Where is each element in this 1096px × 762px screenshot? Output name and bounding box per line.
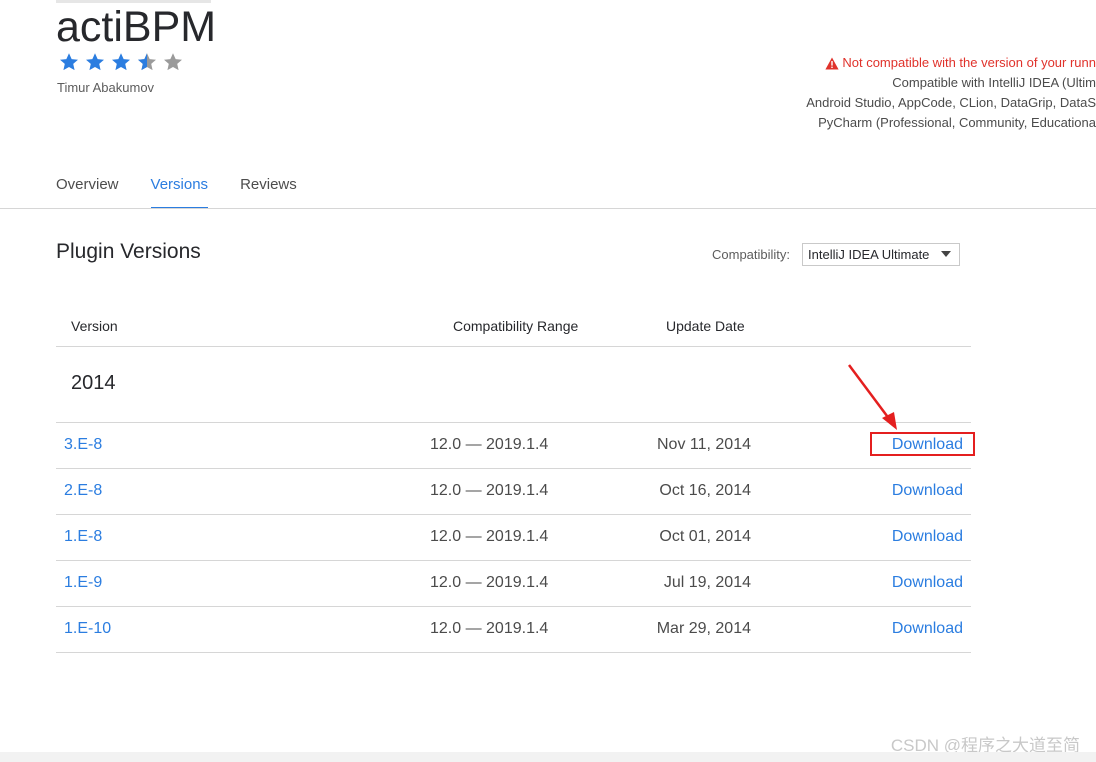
- compatibility-filter-label: Compatibility:: [712, 247, 791, 262]
- update-date: Oct 01, 2014: [659, 528, 751, 545]
- tab-versions[interactable]: Versions: [150, 168, 209, 209]
- table-header: Version Compatibility Range Update Date: [56, 306, 971, 347]
- year-label: 2014: [71, 372, 116, 394]
- compatibility-notice: Not compatible with the version of your …: [806, 53, 1096, 133]
- table-row: 3.E-8 12.0 — 2019.1.4 Nov 11, 2014 Downl…: [56, 423, 971, 469]
- tabs-divider: [0, 208, 1096, 209]
- header-compat-range: Compatibility Range: [453, 318, 579, 334]
- star-empty-icon: [164, 53, 182, 71]
- compatibility-select[interactable]: IntelliJ IDEA Ultimate: [802, 243, 961, 266]
- star-full-icon: [60, 53, 78, 71]
- warning-text: Not compatible with the version of your …: [842, 55, 1096, 70]
- plugin-title: actiBPM: [56, 3, 217, 51]
- header-version: Version: [71, 318, 118, 334]
- compat-line-2: Android Studio, AppCode, CLion, DataGrip…: [806, 95, 1096, 110]
- update-date: Mar 29, 2014: [656, 620, 751, 637]
- star-full-icon: [112, 53, 130, 71]
- table-row: 2.E-8 12.0 — 2019.1.4 Oct 16, 2014 Downl…: [56, 469, 971, 515]
- table-row: 1.E-9 12.0 — 2019.1.4 Jul 19, 2014 Downl…: [56, 561, 971, 607]
- download-link[interactable]: Download: [892, 482, 963, 500]
- update-date: Nov 11, 2014: [657, 436, 751, 453]
- chevron-down-icon: [941, 251, 952, 257]
- update-date: Oct 16, 2014: [659, 482, 751, 499]
- tab-overview[interactable]: Overview: [56, 168, 119, 207]
- vendor-link[interactable]: Timur Abakumov: [57, 80, 154, 95]
- incompatible-warning: Not compatible with the version of your …: [806, 53, 1096, 73]
- versions-table: Version Compatibility Range Update Date …: [56, 306, 971, 653]
- table-row: 1.E-8 12.0 — 2019.1.4 Oct 01, 2014 Downl…: [56, 515, 971, 561]
- year-group-header: 2014: [56, 347, 971, 423]
- warning-icon: [825, 57, 839, 69]
- table-row: 1.E-10 12.0 — 2019.1.4 Mar 29, 2014 Down…: [56, 607, 971, 653]
- star-half-icon: [138, 53, 156, 71]
- star-full-icon: [86, 53, 104, 71]
- section-title: Plugin Versions: [56, 240, 201, 263]
- compatibility-select-value: IntelliJ IDEA Ultimate: [808, 247, 930, 262]
- bottom-strip: [0, 752, 1096, 762]
- annotation-arrow-icon: [847, 364, 897, 430]
- annotation-highlight-box: [870, 432, 975, 456]
- update-date: Jul 19, 2014: [663, 574, 751, 591]
- plugin-tabs: Overview Versions Reviews: [56, 168, 329, 209]
- tab-reviews[interactable]: Reviews: [240, 168, 297, 207]
- compatibility-filter: Compatibility: IntelliJ IDEA Ultimate: [712, 243, 961, 266]
- download-link[interactable]: Download: [892, 574, 963, 592]
- compat-line-1: Compatible with IntelliJ IDEA (Ultim: [892, 75, 1096, 90]
- download-link[interactable]: Download: [892, 620, 963, 638]
- header-update-date: Update Date: [666, 318, 745, 334]
- download-link[interactable]: Download: [892, 528, 963, 546]
- rating-stars: [56, 51, 186, 73]
- compat-line-3: PyCharm (Professional, Community, Educat…: [818, 115, 1096, 130]
